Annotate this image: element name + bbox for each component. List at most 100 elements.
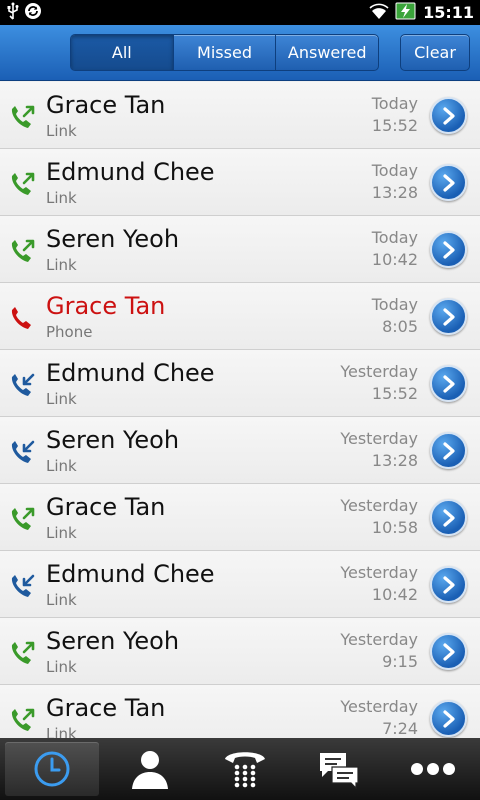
contact-name: Edmund Chee	[46, 359, 215, 387]
call-log-row[interactable]: Grace Tan Phone Today 8:05	[0, 283, 480, 350]
call-log-list[interactable]: Grace Tan Link Today 15:52 Edmund Chee Link To…	[0, 82, 480, 738]
contact-name: Grace Tan	[46, 493, 166, 521]
call-log-row[interactable]: Edmund Chee Link Yesterday 15:52	[0, 350, 480, 417]
dialpad-icon	[222, 747, 268, 791]
contact-name: Grace Tan	[46, 292, 166, 320]
missed-call-icon	[8, 305, 36, 333]
status-bar: 15:11	[0, 0, 480, 25]
call-log-row[interactable]: Grace Tan Link Yesterday 10:58	[0, 484, 480, 551]
contact-name: Seren Yeoh	[46, 627, 180, 655]
chevron-right-icon	[442, 240, 455, 259]
call-log-row[interactable]: Seren Yeoh Link Yesterday 9:15	[0, 618, 480, 685]
call-detail-button[interactable]	[430, 298, 467, 335]
outgoing-call-icon	[8, 640, 36, 668]
call-log-row[interactable]: Grace Tan Link Today 15:52	[0, 82, 480, 149]
outgoing-call-icon	[8, 238, 36, 266]
incoming-call-icon	[8, 372, 36, 400]
chevron-right-icon	[442, 508, 455, 527]
call-detail-button[interactable]	[430, 365, 467, 402]
tab-contacts[interactable]	[103, 738, 197, 800]
call-detail-button[interactable]	[430, 164, 467, 201]
call-source: Link	[46, 189, 77, 207]
call-log-row[interactable]: Seren Yeoh Link Today 10:42	[0, 216, 480, 283]
filter-tab-answered[interactable]: Answered	[276, 35, 378, 70]
clear-button[interactable]: Clear	[400, 34, 470, 71]
call-time: 15:52	[371, 384, 418, 403]
call-day: Today	[371, 94, 418, 113]
bottom-tab-bar	[0, 738, 480, 800]
sync-icon	[24, 2, 42, 24]
call-day: Yesterday	[340, 429, 418, 448]
tab-call-log[interactable]	[5, 742, 100, 796]
call-detail-button[interactable]	[430, 700, 467, 737]
chevron-right-icon	[442, 642, 455, 661]
header-bar: All Missed Answered Clear	[0, 25, 480, 81]
battery-charging-icon	[395, 1, 417, 25]
call-time: 7:24	[382, 719, 418, 738]
chevron-right-icon	[442, 106, 455, 125]
clock-icon	[32, 749, 72, 789]
incoming-call-icon	[8, 439, 36, 467]
call-time: 10:42	[371, 250, 418, 269]
outgoing-call-icon	[8, 171, 36, 199]
call-log-row[interactable]: Seren Yeoh Link Yesterday 13:28	[0, 417, 480, 484]
call-day: Yesterday	[340, 496, 418, 515]
incoming-call-icon	[8, 573, 36, 601]
call-day: Yesterday	[340, 697, 418, 716]
chevron-right-icon	[442, 307, 455, 326]
call-time: 13:28	[371, 183, 418, 202]
status-time: 15:11	[423, 3, 474, 22]
chevron-right-icon	[442, 374, 455, 393]
contact-icon	[128, 747, 172, 791]
call-detail-button[interactable]	[430, 499, 467, 536]
call-time: 8:05	[382, 317, 418, 336]
tab-dialpad[interactable]	[197, 738, 291, 800]
contact-name: Edmund Chee	[46, 560, 215, 588]
call-detail-button[interactable]	[430, 97, 467, 134]
more-icon	[409, 761, 457, 777]
call-day: Today	[371, 295, 418, 314]
call-day: Today	[371, 228, 418, 247]
call-detail-button[interactable]	[430, 231, 467, 268]
chevron-right-icon	[442, 575, 455, 594]
call-time: 10:58	[371, 518, 418, 537]
call-time: 15:52	[371, 116, 418, 135]
call-log-row[interactable]: Edmund Chee Link Today 13:28	[0, 149, 480, 216]
outgoing-call-icon	[8, 104, 36, 132]
chevron-right-icon	[442, 709, 455, 728]
call-source: Link	[46, 524, 77, 542]
call-source: Link	[46, 457, 77, 475]
wifi-icon	[369, 2, 389, 24]
call-source: Link	[46, 591, 77, 609]
contact-name: Seren Yeoh	[46, 225, 180, 253]
contact-name: Grace Tan	[46, 694, 166, 722]
call-source: Link	[46, 390, 77, 408]
tab-more[interactable]	[386, 738, 480, 800]
call-day: Today	[371, 161, 418, 180]
outgoing-call-icon	[8, 506, 36, 534]
call-source: Phone	[46, 323, 93, 341]
call-time: 13:28	[371, 451, 418, 470]
filter-tab-all[interactable]: All	[71, 35, 174, 70]
call-source: Link	[46, 725, 77, 738]
chevron-right-icon	[442, 441, 455, 460]
call-detail-button[interactable]	[430, 566, 467, 603]
call-day: Yesterday	[340, 630, 418, 649]
call-time: 10:42	[371, 585, 418, 604]
tab-messages[interactable]	[292, 738, 386, 800]
call-log-row[interactable]: Grace Tan Link Yesterday 7:24	[0, 685, 480, 738]
usb-icon	[6, 2, 20, 24]
chat-icon	[318, 749, 360, 789]
call-detail-button[interactable]	[430, 633, 467, 670]
filter-tab-missed[interactable]: Missed	[174, 35, 277, 70]
call-detail-button[interactable]	[430, 432, 467, 469]
call-log-row[interactable]: Edmund Chee Link Yesterday 10:42	[0, 551, 480, 618]
outgoing-call-icon	[8, 707, 36, 735]
call-source: Link	[46, 122, 77, 140]
contact-name: Grace Tan	[46, 91, 166, 119]
call-day: Yesterday	[340, 362, 418, 381]
contact-name: Edmund Chee	[46, 158, 215, 186]
call-day: Yesterday	[340, 563, 418, 582]
call-time: 9:15	[382, 652, 418, 671]
call-source: Link	[46, 658, 77, 676]
